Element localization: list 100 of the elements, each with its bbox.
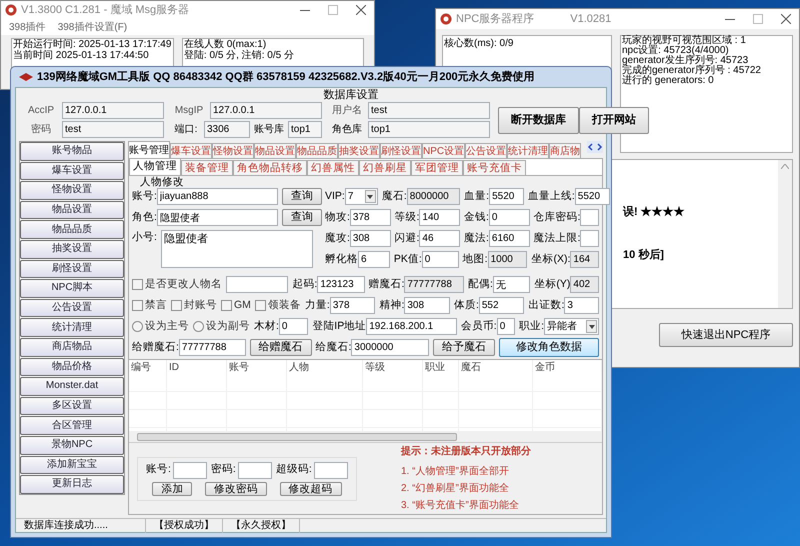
text-field[interactable]: 无 bbox=[492, 276, 530, 293]
tab[interactable]: 军团管理 bbox=[411, 160, 463, 175]
column-header[interactable]: 人物 bbox=[287, 360, 363, 374]
scroll-up-icon[interactable] bbox=[781, 164, 789, 169]
checkbox-option[interactable]: 是否更改人物名 bbox=[132, 276, 222, 292]
text-field[interactable]: test bbox=[368, 102, 490, 119]
text-field[interactable]: 5520 bbox=[574, 188, 610, 205]
tab[interactable]: 物品设置 bbox=[254, 143, 296, 158]
text-field[interactable] bbox=[314, 462, 348, 478]
text-field[interactable]: 3000000 bbox=[351, 339, 429, 356]
save-button[interactable]: 修改角色数据 bbox=[499, 338, 599, 357]
text-field[interactable]: 127.0.0.1 bbox=[62, 102, 164, 119]
tab[interactable]: 物品品质 bbox=[296, 143, 338, 158]
radio-option[interactable]: 设为主号 bbox=[132, 318, 189, 334]
query-button[interactable]: 给赠魔石 bbox=[250, 339, 312, 356]
sidebar-item[interactable]: 爆车设置 bbox=[20, 162, 124, 180]
tab[interactable]: 公告设置 bbox=[465, 143, 508, 158]
close-icon[interactable] bbox=[356, 5, 366, 15]
sidebar-item[interactable]: 抽奖设置 bbox=[20, 240, 124, 259]
text-field[interactable]: 192.168.200.1 bbox=[366, 318, 457, 335]
text-field[interactable]: 552 bbox=[478, 297, 524, 314]
text-field[interactable] bbox=[238, 462, 272, 478]
account-button[interactable]: 修改超码 bbox=[280, 482, 342, 496]
tab[interactable]: 怪物设置 bbox=[212, 143, 254, 158]
checkbox[interactable] bbox=[171, 300, 182, 311]
column-header[interactable]: 等级 bbox=[363, 360, 423, 374]
minimize-icon[interactable] bbox=[725, 18, 735, 20]
tab[interactable]: 抽奖设置 bbox=[338, 143, 380, 158]
sidebar-item[interactable]: NPC脚本 bbox=[20, 279, 124, 298]
tab[interactable]: 统计清理 bbox=[507, 143, 550, 158]
checkbox[interactable] bbox=[132, 300, 143, 311]
tab[interactable]: 刷怪设置 bbox=[380, 143, 422, 158]
exit-button[interactable]: 快速退出NPC程序 bbox=[659, 323, 793, 347]
text-field[interactable]: 378 bbox=[350, 209, 390, 226]
text-field[interactable] bbox=[580, 230, 599, 247]
radio-button[interactable] bbox=[132, 321, 143, 332]
text-area[interactable]: 隐盟使者 bbox=[160, 230, 313, 268]
query-button[interactable]: 查询 bbox=[282, 188, 322, 205]
text-field[interactable]: jiayuan888 bbox=[156, 188, 278, 205]
tab[interactable]: NPC设置 bbox=[422, 143, 466, 158]
sidebar-item[interactable]: 合区管理 bbox=[20, 416, 124, 435]
text-field[interactable]: 隐盟使者 bbox=[156, 209, 278, 226]
sidebar-item[interactable]: 景物NPC bbox=[20, 436, 124, 454]
text-field[interactable]: test bbox=[62, 121, 164, 138]
tab[interactable]: 装备管理 bbox=[181, 160, 233, 175]
checkbox-option[interactable]: 禁言 bbox=[132, 298, 167, 314]
account-button[interactable]: 修改密码 bbox=[204, 482, 267, 496]
text-field[interactable]: 6160 bbox=[488, 230, 530, 247]
scroll-left-icon[interactable] bbox=[587, 141, 595, 153]
sidebar-item[interactable]: 刷怪设置 bbox=[20, 260, 124, 278]
text-field[interactable]: 0 bbox=[422, 251, 459, 268]
text-field[interactable]: 5520 bbox=[489, 188, 524, 205]
sidebar-item[interactable]: Monster.dat bbox=[20, 377, 124, 396]
text-field[interactable] bbox=[226, 276, 288, 293]
tab[interactable]: 爆车设置 bbox=[170, 143, 212, 158]
horizontal-scrollbar[interactable] bbox=[129, 431, 602, 442]
checkbox-option[interactable]: GM bbox=[221, 298, 251, 314]
tab[interactable]: 账号充值卡 bbox=[463, 160, 526, 175]
sidebar-item[interactable]: 公告设置 bbox=[20, 298, 124, 318]
scroll-right-icon[interactable] bbox=[595, 141, 603, 153]
database-button[interactable]: 打开网站 bbox=[579, 106, 649, 134]
checkbox-option[interactable]: 封账号 bbox=[171, 298, 217, 314]
tab[interactable]: 幻兽属性 bbox=[307, 160, 359, 175]
radio-button[interactable] bbox=[193, 321, 204, 332]
dropdown[interactable]: 7 bbox=[344, 188, 378, 205]
text-field[interactable]: top1 bbox=[368, 121, 490, 138]
text-field[interactable]: 308 bbox=[404, 297, 450, 314]
tab[interactable]: 人物管理 bbox=[129, 158, 181, 175]
tab[interactable]: 账号管理 bbox=[128, 141, 170, 158]
text-field[interactable] bbox=[172, 462, 207, 478]
column-header[interactable]: 金币 bbox=[533, 360, 602, 374]
tab[interactable]: 商店物 bbox=[549, 143, 582, 158]
sidebar-item[interactable]: 物品价格 bbox=[20, 358, 124, 376]
text-field[interactable]: 378 bbox=[330, 297, 376, 314]
text-field[interactable]: 123123 bbox=[317, 276, 364, 293]
sidebar-item[interactable]: 物品设置 bbox=[20, 200, 124, 220]
text-field[interactable]: 3 bbox=[564, 297, 599, 314]
database-button[interactable]: 断开数据库 bbox=[498, 106, 579, 134]
maximize-icon[interactable] bbox=[753, 14, 763, 24]
account-button[interactable]: 添加 bbox=[152, 482, 192, 496]
text-field[interactable]: 6 bbox=[358, 251, 390, 268]
checkbox[interactable] bbox=[254, 300, 266, 311]
column-header[interactable]: 账号 bbox=[227, 360, 287, 374]
sidebar-item[interactable]: 更新日志 bbox=[20, 475, 124, 494]
text-field[interactable]: 0 bbox=[488, 209, 530, 226]
column-header[interactable]: 魔石 bbox=[459, 360, 533, 374]
text-field[interactable]: 3306 bbox=[204, 121, 250, 138]
column-header[interactable]: ID bbox=[167, 360, 227, 374]
tab[interactable]: 幻兽刷星 bbox=[359, 160, 411, 175]
sidebar-item[interactable]: 商店物品 bbox=[20, 338, 124, 357]
checkbox[interactable] bbox=[132, 279, 143, 290]
tab[interactable]: 角色物品转移 bbox=[233, 160, 307, 175]
sidebar-item[interactable]: 怪物设置 bbox=[20, 181, 124, 200]
sidebar-item[interactable]: 统计清理 bbox=[20, 318, 124, 337]
scrollbar[interactable] bbox=[778, 160, 792, 308]
menu-item[interactable]: 398插件 bbox=[9, 20, 46, 34]
text-field[interactable]: 308 bbox=[350, 230, 390, 247]
radio-option[interactable]: 设为副号 bbox=[193, 318, 250, 334]
text-field[interactable]: 0 bbox=[496, 318, 516, 335]
text-field[interactable]: top1 bbox=[288, 121, 322, 138]
